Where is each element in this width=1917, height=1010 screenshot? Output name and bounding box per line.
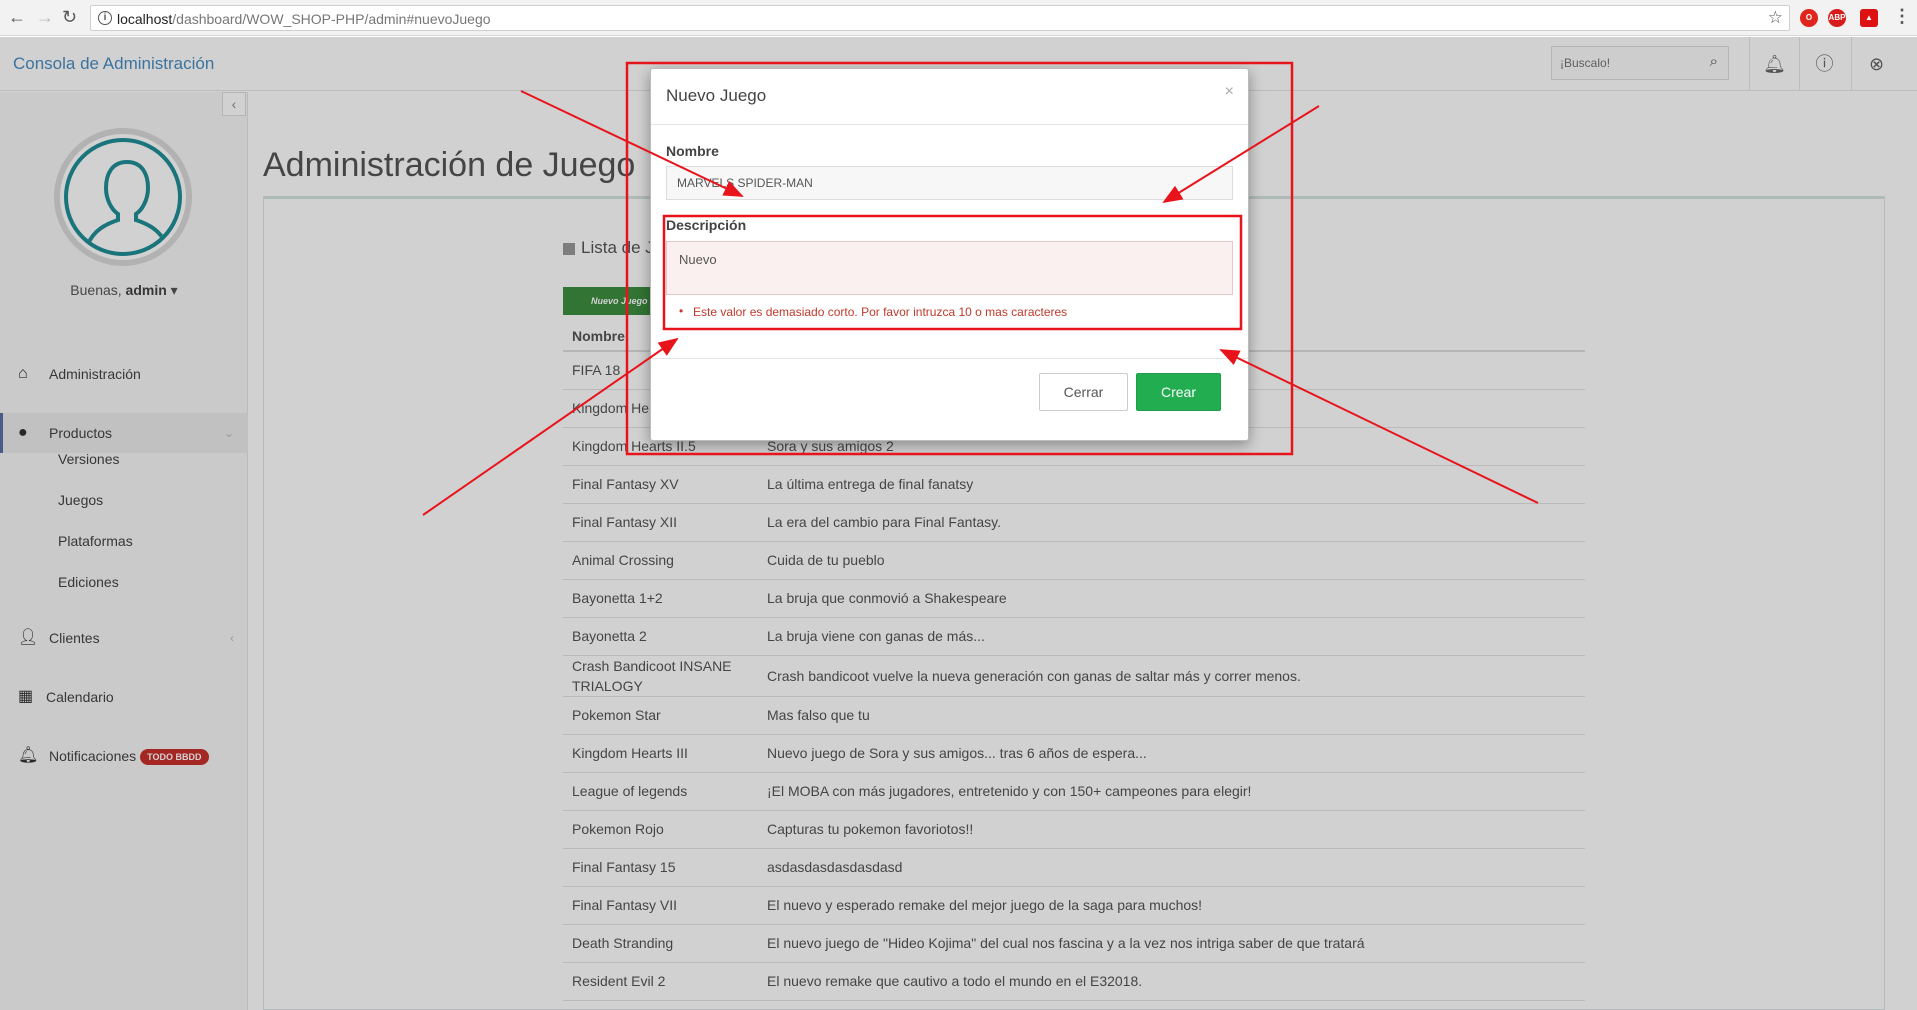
validation-error: Este valor es demasiado corto. Por favor… — [679, 304, 1067, 319]
info-icon[interactable]: i — [98, 11, 112, 25]
modal-title: Nuevo Juego — [666, 86, 767, 105]
cerrar-button[interactable]: Cerrar — [1039, 373, 1128, 411]
adblock-icon[interactable]: ABP — [1828, 9, 1846, 27]
nombre-field[interactable] — [666, 166, 1233, 200]
descripcion-label: Descripción — [666, 217, 747, 233]
forward-icon[interactable]: → — [36, 8, 54, 26]
browser-toolbar: ← → ↻ i localhost/dashboard/WOW_SHOP-PHP… — [0, 0, 1917, 36]
pdf-icon[interactable]: ▲ — [1860, 9, 1878, 27]
url-text: localhost/dashboard/WOW_SHOP-PHP/admin#n… — [117, 11, 491, 27]
divider — [651, 124, 1248, 125]
close-icon[interactable]: × — [1225, 83, 1234, 101]
nombre-label: Nombre — [666, 143, 719, 159]
menu-icon[interactable]: ⋮ — [1893, 7, 1911, 25]
divider — [651, 358, 1248, 359]
address-bar[interactable]: i localhost/dashboard/WOW_SHOP-PHP/admin… — [90, 5, 1790, 31]
reload-icon[interactable]: ↻ — [62, 8, 77, 26]
back-icon[interactable]: ← — [8, 8, 26, 26]
bookmark-star-icon[interactable]: ☆ — [1768, 8, 1783, 28]
opera-icon[interactable]: O — [1800, 9, 1818, 27]
crear-button[interactable]: Crear — [1136, 373, 1221, 411]
descripcion-field[interactable]: Nuevo — [666, 241, 1233, 295]
new-game-modal: Nuevo Juego × Nombre Descripción Nuevo E… — [650, 68, 1249, 441]
